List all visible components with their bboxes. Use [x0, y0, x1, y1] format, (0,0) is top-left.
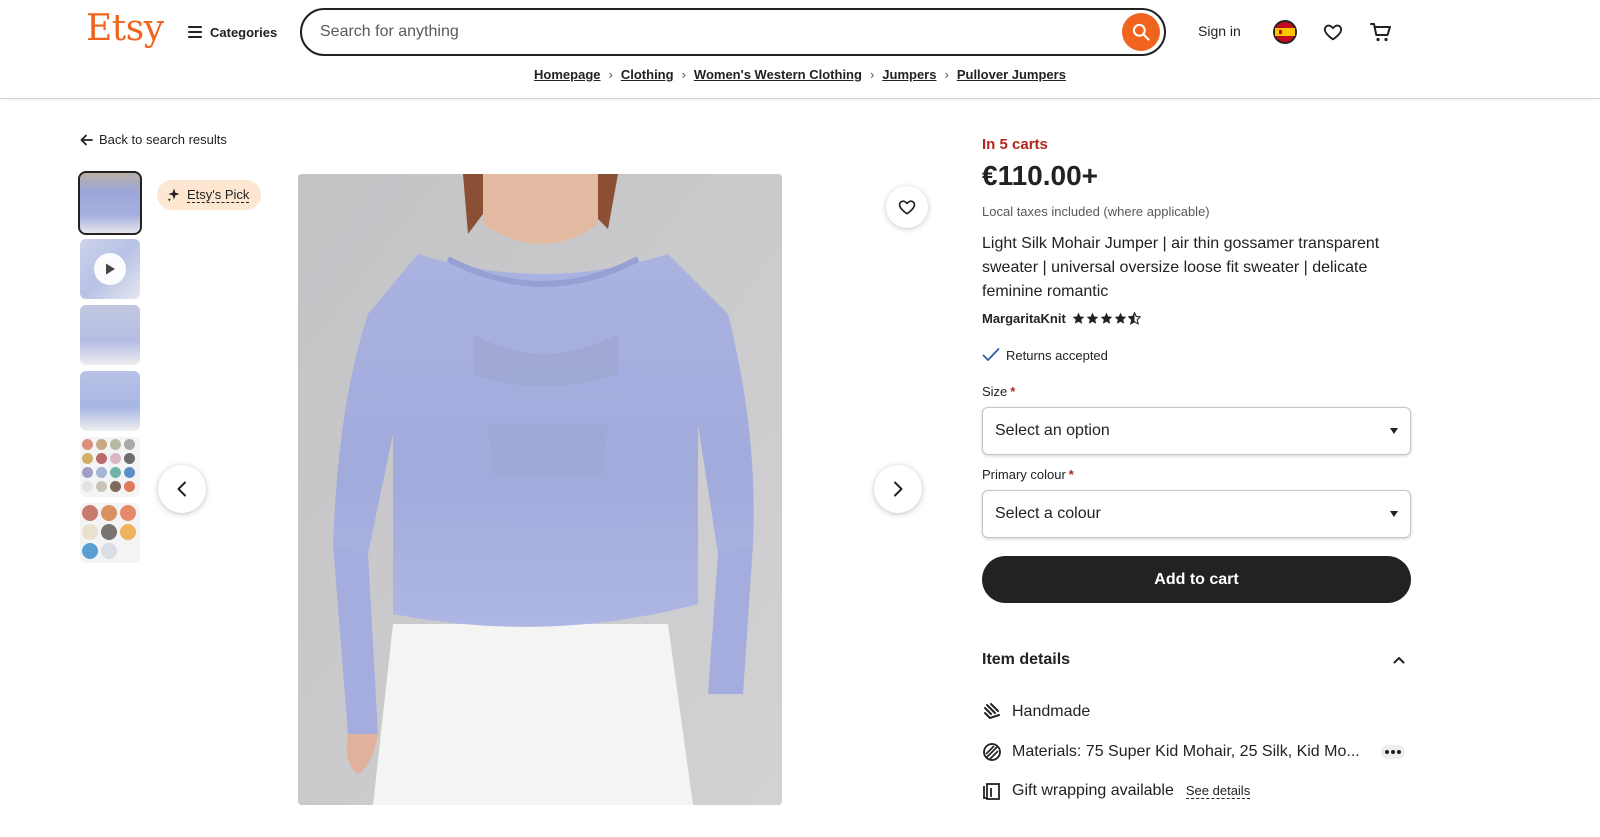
- returns-row: Returns accepted: [982, 347, 1108, 363]
- add-to-cart-button[interactable]: Add to cart: [982, 556, 1411, 603]
- see-details-link[interactable]: See details: [1185, 783, 1251, 799]
- region-flag-button[interactable]: [1271, 18, 1299, 46]
- colour-label: Primary colour *: [982, 467, 1074, 482]
- sign-in-link[interactable]: Sign in: [1198, 23, 1241, 39]
- materials-label: Materials: 75 Super Kid Mohair, 25 Silk,…: [1012, 743, 1360, 760]
- chevron-right-icon: ›: [944, 67, 949, 82]
- seller-name-link[interactable]: MargaritaKnit: [982, 311, 1066, 326]
- chevron-right-icon: [894, 481, 903, 497]
- swatch-grid: [82, 439, 138, 492]
- thumbnail-4[interactable]: [80, 371, 140, 431]
- add-to-favorites-button[interactable]: [886, 186, 928, 228]
- thumbnail-colour-swatches-2[interactable]: [80, 503, 140, 563]
- colour-select-value: Select a colour: [995, 505, 1101, 522]
- gift-wrapping-label: Gift wrapping available: [1012, 782, 1174, 799]
- materials-icon: [982, 742, 1002, 762]
- chevron-right-icon: ›: [681, 67, 686, 82]
- star-rating[interactable]: [1072, 312, 1141, 325]
- item-details-heading: Item details: [982, 651, 1071, 668]
- etsy-logo[interactable]: Etsy: [86, 8, 164, 49]
- breadcrumb-jumpers[interactable]: Jumpers: [882, 67, 936, 82]
- price: €110.00+: [982, 160, 1099, 191]
- star-icon: [1086, 312, 1099, 324]
- next-image-button[interactable]: [874, 465, 922, 513]
- sweater-photo: [298, 174, 782, 805]
- search-input[interactable]: [320, 20, 1100, 44]
- etsys-pick-label: Etsy's Pick: [187, 187, 250, 203]
- breadcrumb-clothing[interactable]: Clothing: [621, 67, 674, 82]
- favorites-button[interactable]: [1319, 18, 1347, 46]
- breadcrumb-womens-western[interactable]: Women's Western Clothing: [694, 67, 862, 82]
- handmade-label: Handmade: [1012, 703, 1091, 720]
- play-icon: [94, 253, 126, 285]
- thumbnail-3[interactable]: [80, 305, 140, 365]
- spain-flag-icon: [1273, 20, 1297, 44]
- seller-row: MargaritaKnit: [982, 311, 1141, 326]
- chevron-right-icon: ›: [869, 67, 875, 82]
- size-label: Size *: [982, 384, 1016, 399]
- etsys-pick-badge[interactable]: Etsy's Pick: [157, 180, 262, 210]
- categories-button[interactable]: Categories: [188, 22, 277, 42]
- colour-select[interactable]: Select a colour: [982, 490, 1411, 538]
- sparkle-icon: [167, 188, 180, 202]
- thumbnail-strip: [78, 171, 142, 569]
- hand-icon: [982, 702, 1002, 722]
- back-label: Back to search results: [99, 132, 227, 147]
- chevron-up-icon: [1393, 657, 1405, 664]
- star-icon: [1100, 312, 1113, 324]
- tax-note: Local taxes included (where applicable): [982, 204, 1210, 219]
- size-select-value: Select an option: [995, 422, 1110, 439]
- materials-row: Materials: 75 Super Kid Mohair, 25 Silk,…: [982, 742, 1411, 762]
- swatch-grid: [82, 505, 138, 559]
- breadcrumb-homepage[interactable]: Homepage: [534, 67, 600, 82]
- heart-icon: [898, 200, 916, 215]
- gift-wrapping-row: Gift wrapping available See details: [982, 781, 1411, 801]
- cart-button[interactable]: [1367, 18, 1395, 46]
- search-bar: [300, 8, 1166, 56]
- handmade-row: Handmade: [982, 702, 1411, 722]
- search-button[interactable]: [1122, 13, 1160, 51]
- menu-icon: [188, 26, 202, 38]
- size-select[interactable]: Select an option: [982, 407, 1411, 455]
- chevron-left-icon: [177, 481, 186, 497]
- product-title: Light Silk Mohair Jumper | air thin goss…: [982, 235, 1380, 300]
- thumbnail-1[interactable]: [78, 171, 142, 235]
- item-details-toggle[interactable]: Item details: [982, 651, 1411, 669]
- required-mark: *: [1068, 467, 1074, 482]
- thumbnail-colour-swatches[interactable]: [80, 437, 140, 497]
- heart-icon: [1323, 24, 1343, 41]
- in-carts-notice: In 5 carts: [982, 136, 1048, 153]
- arrow-left-icon: [80, 134, 93, 145]
- gift-wrap-icon: [982, 781, 1002, 801]
- breadcrumb-pullover-jumpers[interactable]: Pullover Jumpers: [957, 67, 1066, 82]
- site-header: Etsy Categories Sign in Homepage › Cloth…: [0, 0, 1600, 99]
- star-icon: [1114, 312, 1127, 324]
- categories-label: Categories: [210, 24, 278, 40]
- cart-icon: [1370, 23, 1391, 42]
- chevron-right-icon: ›: [608, 67, 613, 82]
- thumbnail-video[interactable]: [80, 239, 140, 299]
- caret-down-icon: [1390, 511, 1398, 517]
- main-product-image[interactable]: [298, 174, 782, 805]
- half-star-icon: [1127, 312, 1141, 325]
- breadcrumb: Homepage › Clothing › Women's Western Cl…: [0, 67, 1600, 82]
- back-to-results-link[interactable]: Back to search results: [80, 132, 227, 147]
- caret-down-icon: [1390, 428, 1398, 434]
- star-icon: [1072, 312, 1085, 324]
- check-icon: [982, 348, 1000, 361]
- returns-label: Returns accepted: [1006, 347, 1108, 363]
- prev-image-button[interactable]: [158, 465, 206, 513]
- required-mark: *: [1010, 384, 1016, 399]
- search-icon: [1132, 23, 1150, 41]
- more-options-button[interactable]: [1381, 745, 1405, 759]
